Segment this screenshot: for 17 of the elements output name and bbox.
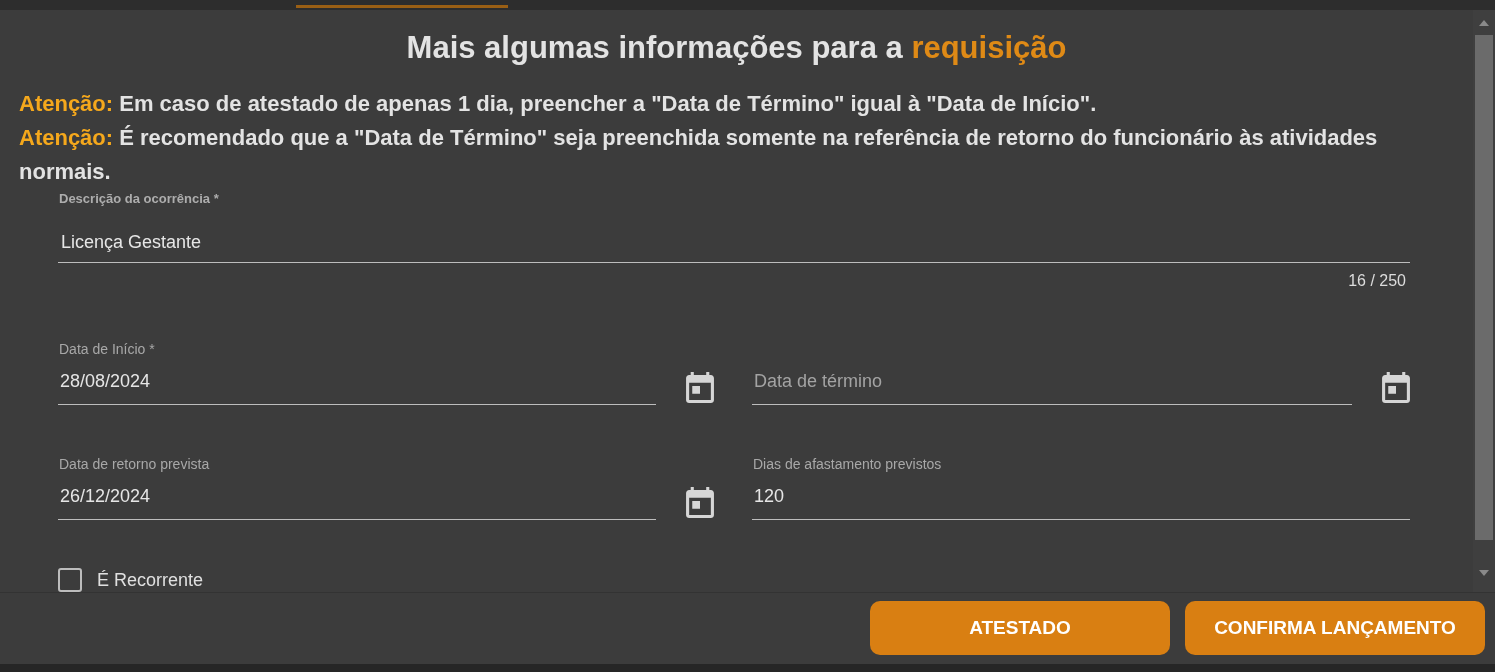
scroll-up-icon[interactable] (1479, 20, 1489, 26)
calendar-icon[interactable] (686, 372, 714, 403)
date-field[interactable]: Data de Início * 28/08/2024 (58, 340, 656, 405)
scroll-down-icon[interactable] (1479, 570, 1489, 576)
dialog-title: Mais algumas informações para a requisição (405, 29, 1068, 67)
warning-text: Atenção: Em caso de atestado de apenas 1 dia, preencher a "Data de Término" igual à "Data de Início". (19, 90, 1098, 118)
scrollbar-thumb[interactable] (1475, 35, 1493, 540)
date-field[interactable]: Data de retorno prevista 26/12/2024 (58, 455, 656, 520)
calendar-icon[interactable] (686, 487, 714, 518)
checkbox-label[interactable]: É Recorrente (97, 569, 204, 591)
date-field[interactable]: Data de término (752, 340, 1352, 405)
character-counter: 16 / 250 (1348, 271, 1406, 291)
checkbox[interactable] (58, 568, 82, 592)
calendar-icon[interactable] (1382, 372, 1410, 403)
description-field[interactable]: Descrição da ocorrência * Licença Gestante (58, 191, 1410, 263)
number-field[interactable]: Dias de afastamento previstos 120 (752, 455, 1410, 520)
warning-text: Atenção: É recomendado que a "Data de Término" seja preenchida somente na referência de retorno do funcionário às atividades normais. (19, 124, 1379, 186)
